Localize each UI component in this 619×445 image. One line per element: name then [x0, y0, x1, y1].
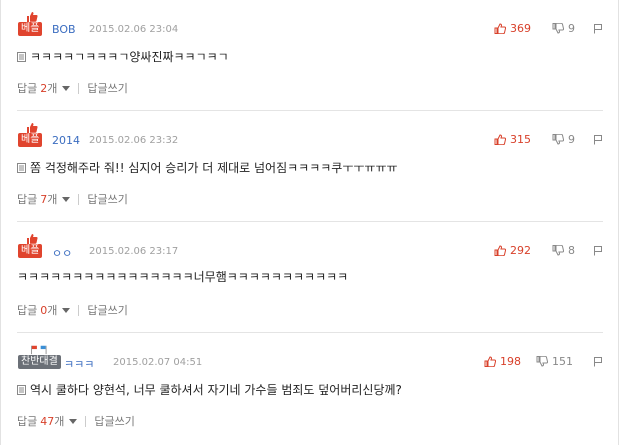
write-reply-link[interactable]: 답글쓰기 [87, 191, 127, 207]
thumb-up-icon [494, 134, 506, 145]
report-flag-icon[interactable] [593, 245, 603, 256]
reply-unit: 개 [47, 82, 58, 95]
like-button[interactable]: 315 [494, 133, 531, 146]
thumb-down-icon [552, 134, 564, 145]
like-button[interactable]: 369 [494, 22, 531, 35]
comment-text: ㅋㅋㅋㅋㅋㅋㅋㅋㅋㅋㅋㅋㅋㅋㅋㅋ너무햄ㅋㅋㅋㅋㅋㅋㅋㅋㅋㅋㅋ [17, 270, 349, 284]
nickname[interactable]: ㅇㅇ [52, 245, 72, 261]
dislike-button[interactable]: 9 [552, 22, 575, 35]
dislike-button[interactable]: 8 [552, 244, 575, 257]
dislike-count: 9 [568, 133, 575, 146]
reply-toggle[interactable]: 답글 7개 [17, 191, 78, 207]
reply-bar: 답글 7개 답글쓰기 [17, 191, 128, 207]
best-badge: 베플 [17, 11, 47, 37]
comment-date: 2015.02.06 23:17 [89, 246, 179, 257]
nickname[interactable]: 2014 [52, 134, 80, 147]
write-reply-link[interactable]: 답글쓰기 [87, 302, 127, 318]
dislike-count: 151 [552, 355, 573, 368]
reply-bar: 답글 2개 답글쓰기 [17, 80, 128, 96]
reply-bar: 답글 0개 답글쓰기 [17, 302, 128, 318]
reply-unit: 개 [47, 193, 58, 206]
thumb-up-hand-icon [27, 123, 38, 133]
report-flag-icon[interactable] [593, 356, 603, 367]
flag-icon [31, 345, 47, 355]
comment-item: 베플 2014 2015.02.06 23:32 315 9 쫌 걱정해주라 줘… [17, 111, 603, 222]
write-reply-link[interactable]: 답글쓰기 [94, 413, 134, 429]
comment-date: 2015.02.06 23:32 [89, 135, 179, 146]
thumb-up-hand-icon [27, 234, 38, 244]
report-flag-icon[interactable] [593, 23, 603, 34]
reply-label: 답글 [17, 82, 38, 95]
thumb-up-icon [484, 356, 496, 367]
reply-count: 7 [40, 192, 48, 206]
like-count: 292 [510, 244, 531, 257]
dislike-button[interactable]: 9 [552, 133, 575, 146]
document-icon [17, 384, 26, 395]
versus-badge: 찬반대결 [17, 344, 61, 370]
nickname[interactable]: ㅋㅋㅋ [64, 356, 94, 372]
comment-text: 쫌 걱정해주라 줘!! 심지어 승리가 더 제대로 넘어짐ㅋㅋㅋㅋ쿠ㅜㅜㅠㅠㅠ [30, 161, 398, 175]
dislike-count: 9 [568, 22, 575, 35]
reply-unit: 개 [47, 304, 58, 317]
comment-list: 베플 BOB 2015.02.06 23:04 369 9 ㅋㅋㅋㅋㄱㅋㅋㅋㄱ양… [0, 0, 619, 445]
reply-toggle[interactable]: 답글 2개 [17, 80, 78, 96]
comment-item: 베플 ㅇㅇ 2015.02.06 23:17 292 8 ㅋㅋㅋㅋㅋㅋㅋㅋㅋㅋㅋ… [17, 222, 603, 333]
write-reply-link[interactable]: 답글쓰기 [87, 80, 127, 96]
report-flag-icon[interactable] [593, 134, 603, 145]
reply-count: 0 [40, 303, 48, 317]
reply-count: 2 [40, 81, 48, 95]
comment-text-row: ㅋㅋㅋㅋㄱㅋㅋㅋㄱ양싸진짜ㅋㅋㄱㅋㄱ [17, 48, 229, 65]
thumb-down-icon [536, 356, 548, 367]
thumb-up-icon [494, 23, 506, 34]
caret-down-icon [62, 85, 71, 91]
thumb-down-icon [552, 245, 564, 256]
caret-down-icon [62, 307, 71, 313]
badge-label: 찬반대결 [18, 355, 61, 369]
comment-text-row: 역시 쿨하다 양현석, 너무 쿨하셔서 자기네 가수들 범죄도 덮어버리신당께? [17, 381, 402, 398]
divider [78, 82, 80, 94]
comment-item: 베플 BOB 2015.02.06 23:04 369 9 ㅋㅋㅋㅋㄱㅋㅋㅋㄱ양… [17, 0, 603, 111]
reply-unit: 개 [54, 415, 65, 428]
thumb-up-icon [494, 245, 506, 256]
badge-label: 베플 [18, 244, 43, 258]
badge-label: 베플 [18, 22, 43, 36]
thumb-up-hand-icon [27, 12, 38, 22]
divider [78, 304, 80, 316]
comment-text: ㅋㅋㅋㅋㄱㅋㅋㅋㄱ양싸진짜ㅋㅋㄱㅋㄱ [30, 50, 229, 64]
like-count: 198 [500, 355, 521, 368]
badge-label: 베플 [18, 133, 43, 147]
best-badge: 베플 [17, 122, 47, 148]
divider [78, 193, 80, 205]
reply-toggle[interactable]: 답글 0개 [17, 302, 78, 318]
like-count: 315 [510, 133, 531, 146]
reply-count: 47 [40, 414, 55, 428]
divider [85, 415, 87, 427]
like-count: 369 [510, 22, 531, 35]
reply-toggle[interactable]: 답글 47 개 [17, 413, 85, 429]
comment-text-row: ㅋㅋㅋㅋㅋㅋㅋㅋㅋㅋㅋㅋㅋㅋㅋㅋ너무햄ㅋㅋㅋㅋㅋㅋㅋㅋㅋㅋㅋ [17, 268, 348, 285]
document-icon [17, 162, 26, 173]
document-icon [17, 51, 26, 62]
caret-down-icon [62, 196, 71, 202]
reply-label: 답글 [17, 193, 38, 206]
caret-down-icon [69, 418, 78, 424]
like-button[interactable]: 198 [484, 355, 521, 368]
dislike-count: 8 [568, 244, 575, 257]
comment-text: 역시 쿨하다 양현석, 너무 쿨하셔서 자기네 가수들 범죄도 덮어버리신당께? [30, 383, 402, 397]
dislike-button[interactable]: 151 [536, 355, 573, 368]
reply-label: 답글 [17, 304, 38, 317]
nickname[interactable]: BOB [52, 23, 76, 36]
comment-text-row: 쫌 걱정해주라 줘!! 심지어 승리가 더 제대로 넘어짐ㅋㅋㅋㅋ쿠ㅜㅜㅠㅠㅠ [17, 159, 398, 176]
like-button[interactable]: 292 [494, 244, 531, 257]
best-badge: 베플 [17, 233, 47, 259]
comment-date: 2015.02.07 04:51 [113, 357, 203, 368]
comment-item: 찬반대결 ㅋㅋㅋ 2015.02.07 04:51 198 151 역시 쿨하다… [17, 333, 603, 444]
reply-label: 답글 [17, 415, 38, 428]
reply-bar: 답글 47 개 답글쓰기 [17, 413, 135, 429]
comment-date: 2015.02.06 23:04 [89, 24, 179, 35]
thumb-down-icon [552, 23, 564, 34]
